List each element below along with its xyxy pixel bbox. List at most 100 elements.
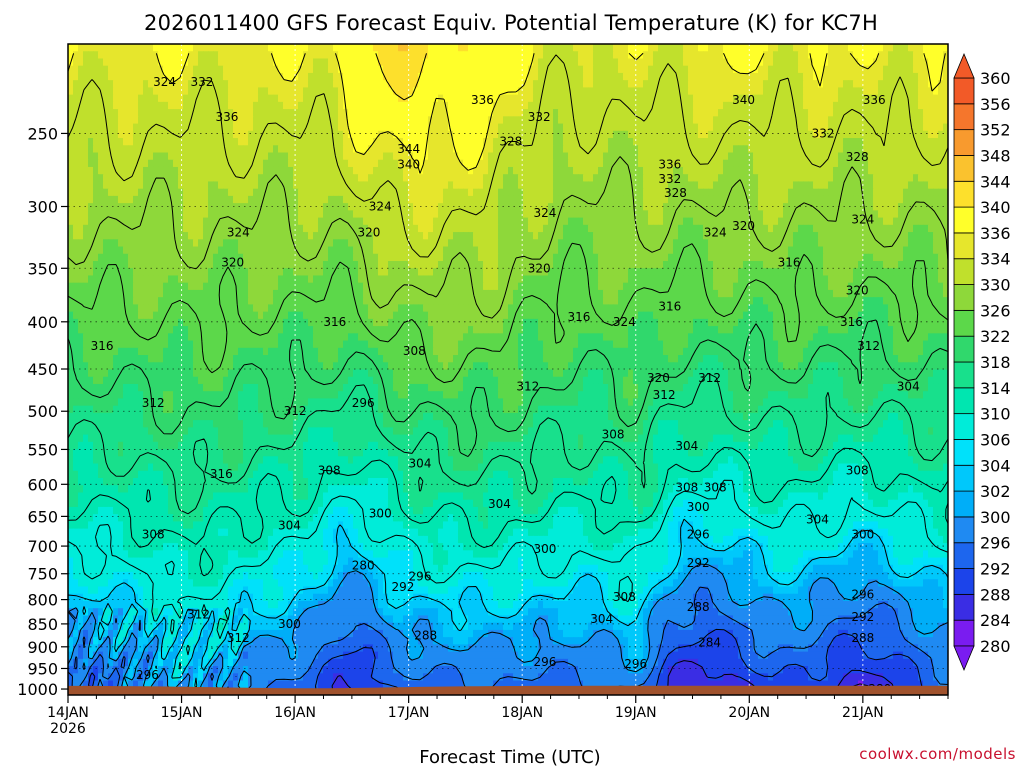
heatmap-cell (233, 44, 239, 52)
heatmap-cell (158, 152, 164, 161)
heatmap-cell (448, 101, 454, 110)
heatmap-cell (368, 159, 374, 168)
heatmap-cell (328, 217, 334, 226)
heatmap-cell (603, 123, 609, 132)
heatmap-cell (698, 195, 704, 204)
heatmap-cell (593, 166, 599, 175)
heatmap-cell (68, 109, 74, 117)
heatmap-cell (643, 203, 649, 211)
heatmap-cell (453, 116, 459, 125)
heatmap-cell (403, 188, 409, 197)
heatmap-cell (898, 239, 904, 248)
heatmap-cell (868, 188, 874, 197)
heatmap-cell (418, 44, 424, 52)
heatmap-cell (808, 174, 814, 183)
heatmap-cell (198, 116, 204, 125)
heatmap-cell (233, 72, 239, 81)
heatmap-cell (938, 239, 944, 248)
heatmap-cell (318, 145, 324, 154)
heatmap-cell (268, 195, 274, 204)
heatmap-cell (118, 181, 124, 190)
heatmap-cell (213, 72, 219, 81)
heatmap-cell (368, 116, 374, 125)
heatmap-cell (118, 239, 124, 248)
heatmap-cell (613, 87, 619, 96)
heatmap-cell (133, 65, 139, 74)
heatmap-cell (333, 232, 339, 240)
heatmap-cell (763, 174, 769, 183)
heatmap-cell (658, 210, 664, 219)
heatmap-cell (333, 166, 339, 175)
heatmap-cell (498, 174, 504, 183)
heatmap-cell (178, 116, 184, 125)
heatmap-cell (823, 203, 829, 211)
heatmap-cell (283, 145, 289, 154)
heatmap-cell (803, 58, 809, 67)
heatmap-cell (558, 159, 564, 168)
heatmap-cell (508, 217, 514, 226)
heatmap-cell (88, 203, 94, 211)
heatmap-cell (393, 181, 399, 190)
heatmap-cell (143, 159, 149, 168)
heatmap-cell (518, 166, 524, 175)
heatmap-cell (458, 58, 464, 67)
heatmap-cell (678, 217, 684, 226)
heatmap-cell (573, 51, 579, 60)
heatmap-cell (888, 58, 894, 67)
heatmap-cell (133, 138, 139, 146)
heatmap-cell (653, 44, 659, 52)
heatmap-cell (713, 44, 719, 52)
heatmap-cell (653, 224, 659, 233)
heatmap-cell (648, 72, 654, 81)
heatmap-cell (123, 210, 129, 219)
heatmap-cell (278, 246, 284, 255)
heatmap-cell (933, 138, 939, 146)
heatmap-cell (198, 58, 204, 67)
heatmap-cell (673, 116, 679, 125)
heatmap-cell (563, 138, 569, 146)
heatmap-cell (193, 166, 199, 175)
heatmap-cell (623, 80, 629, 88)
heatmap-cell (353, 65, 359, 74)
heatmap-cell (343, 80, 349, 88)
heatmap-cell (938, 195, 944, 204)
heatmap-cell (68, 72, 74, 81)
heatmap-cell (208, 166, 214, 175)
heatmap-cell (878, 116, 884, 125)
heatmap-cell (853, 94, 859, 103)
heatmap-cell (623, 72, 629, 81)
heatmap-cell (838, 210, 844, 219)
heatmap-cell (803, 166, 809, 175)
heatmap-cell (668, 130, 674, 139)
heatmap-cell (543, 130, 549, 139)
heatmap-cell (913, 174, 919, 183)
heatmap-cell (228, 174, 234, 183)
heatmap-cell (763, 116, 769, 125)
heatmap-cell (398, 44, 404, 52)
heatmap-cell (308, 44, 314, 52)
heatmap-cell (558, 72, 564, 81)
heatmap-cell (573, 159, 579, 168)
heatmap-cell (188, 239, 194, 248)
heatmap-cell (68, 101, 74, 110)
heatmap-cell (803, 210, 809, 219)
heatmap-cell (663, 44, 669, 52)
heatmap-cell (458, 181, 464, 190)
heatmap-cell (153, 130, 159, 139)
heatmap-cell (308, 224, 314, 233)
heatmap-cell (833, 152, 839, 161)
heatmap-cell (568, 65, 574, 74)
heatmap-cell (863, 188, 869, 197)
heatmap-cell (328, 51, 334, 60)
heatmap-cell (363, 138, 369, 146)
heatmap-cell (308, 174, 314, 183)
heatmap-cell (668, 210, 674, 219)
heatmap-cell (318, 203, 324, 211)
heatmap-cell (463, 130, 469, 139)
heatmap-cell (228, 101, 234, 110)
heatmap-cell (118, 246, 124, 255)
heatmap-cell (833, 224, 839, 233)
heatmap-cell (803, 130, 809, 139)
heatmap-cell (553, 239, 559, 248)
heatmap-cell (868, 195, 874, 204)
